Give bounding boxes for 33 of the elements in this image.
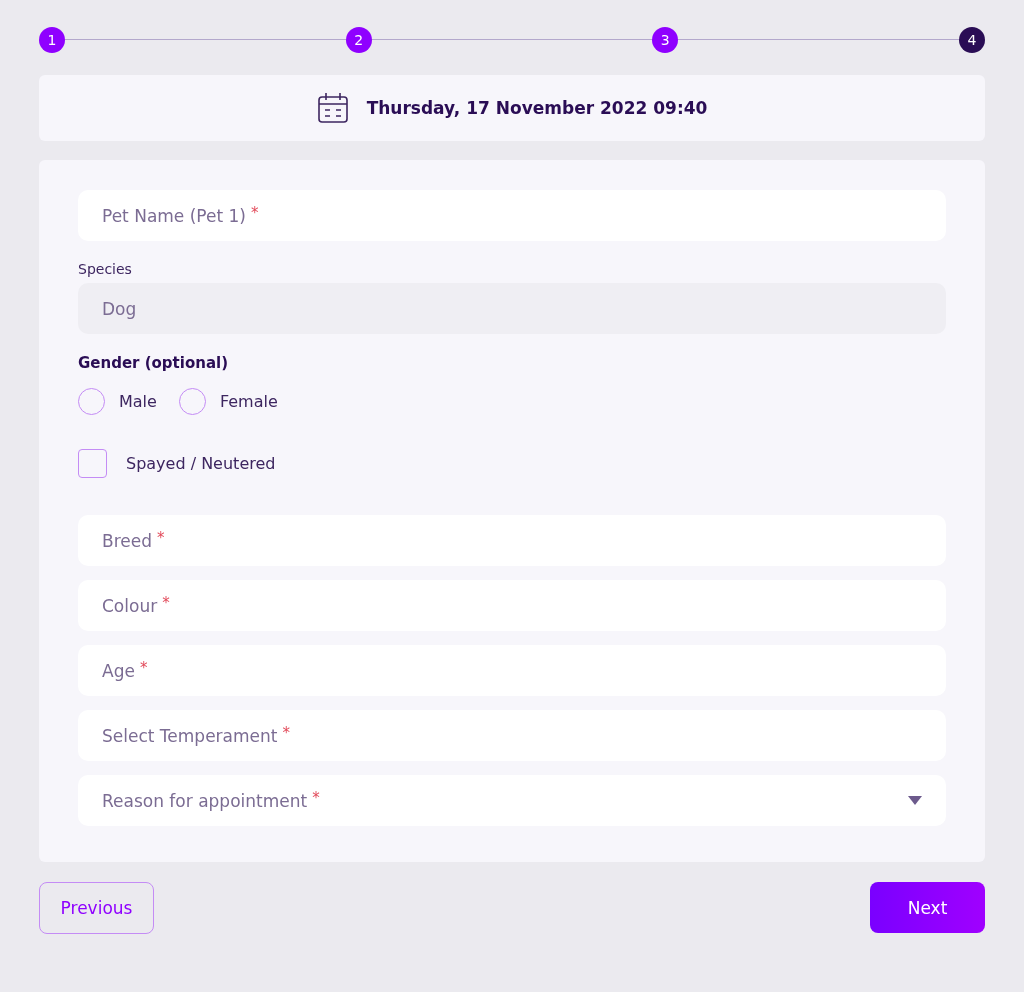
radio-label: Female bbox=[219, 392, 278, 411]
field-label: Species bbox=[78, 261, 133, 277]
step-indicator[interactable]: 3 bbox=[652, 27, 679, 53]
input-field[interactable]: Age * bbox=[78, 645, 946, 696]
required-mark: * bbox=[157, 529, 165, 547]
previous-button[interactable]: Previous bbox=[39, 882, 154, 934]
input-field[interactable]: Breed * bbox=[78, 515, 946, 566]
required-mark: * bbox=[162, 594, 170, 612]
placeholder-text: Colour bbox=[102, 595, 158, 616]
placeholder-text: Reason for appointment bbox=[102, 790, 308, 811]
dropdown-field[interactable]: Reason for appointment * bbox=[78, 775, 946, 826]
input-field[interactable]: Select Temperament * bbox=[78, 710, 946, 761]
step-indicator[interactable]: 2 bbox=[345, 27, 372, 53]
checkbox-label: Spayed / Neutered bbox=[126, 454, 276, 473]
input-field[interactable]: Colour * bbox=[78, 580, 946, 631]
input-field[interactable]: Pet Name (Pet 1) * bbox=[78, 190, 946, 241]
step-indicator[interactable]: 4 bbox=[958, 27, 985, 53]
field-label: Gender (optional) bbox=[78, 354, 229, 372]
calendar-icon bbox=[316, 92, 349, 124]
placeholder-text: Select Temperament bbox=[102, 725, 278, 746]
required-mark: * bbox=[139, 659, 148, 677]
placeholder-text: Age bbox=[102, 660, 135, 681]
step-indicator[interactable]: 1 bbox=[39, 27, 65, 53]
required-mark: * bbox=[251, 204, 259, 222]
caret-icon bbox=[908, 796, 922, 805]
placeholder-text: Breed bbox=[102, 530, 152, 551]
next-button[interactable]: Next bbox=[870, 882, 985, 933]
required-mark: * bbox=[312, 789, 320, 807]
appointment-date: Thursday, 17 November 2022 09:40 bbox=[366, 98, 708, 118]
radio-label: Male bbox=[119, 392, 157, 411]
checkbox[interactable] bbox=[78, 449, 107, 478]
placeholder-text: Pet Name (Pet 1) bbox=[102, 205, 246, 226]
required-mark: * bbox=[282, 724, 290, 742]
